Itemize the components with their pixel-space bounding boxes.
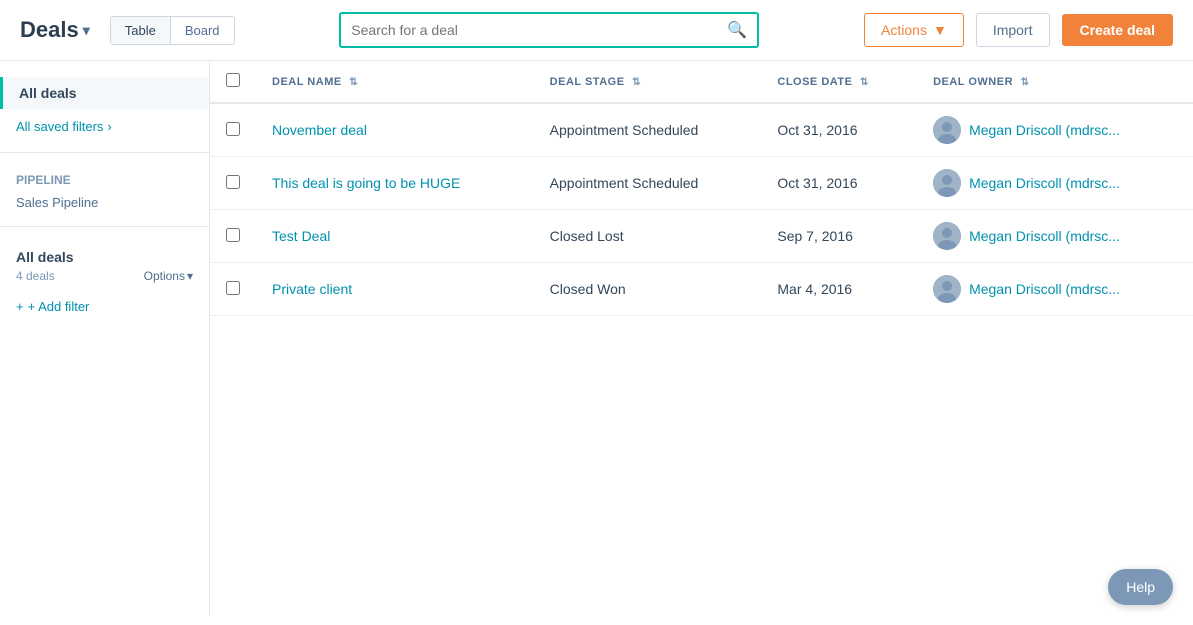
deals-meta: 4 deals Options ▾: [0, 267, 209, 291]
import-button[interactable]: Import: [976, 13, 1050, 47]
avatar: [933, 169, 961, 197]
page-title: Deals ▾: [20, 17, 90, 43]
col-deal-stage-label: DEAL STAGE: [550, 76, 625, 88]
deal-stage-cell: Closed Lost: [534, 210, 762, 263]
row-checkbox-cell: [210, 210, 256, 263]
close-date-cell: Oct 31, 2016: [761, 157, 917, 210]
owner-name: Megan Driscoll (mdrsc...: [969, 281, 1120, 297]
create-deal-button[interactable]: Create deal: [1062, 14, 1173, 46]
deal-owner-cell: Megan Driscoll (mdrsc...: [917, 210, 1193, 263]
options-button[interactable]: Options ▾: [144, 269, 193, 283]
row-checkbox-cell: [210, 263, 256, 316]
sidebar-divider-2: [0, 226, 209, 227]
deal-name-link[interactable]: This deal is going to be HUGE: [272, 175, 460, 191]
actions-chevron-icon: ▼: [933, 22, 947, 38]
search-input[interactable]: [351, 14, 727, 46]
deal-name-cell: This deal is going to be HUGE: [256, 157, 534, 210]
saved-filters-chevron-icon: ›: [107, 119, 111, 134]
table-area: DEAL NAME ⇅ DEAL STAGE ⇅ CLOSE DATE ⇅ DE…: [210, 61, 1193, 616]
col-deal-stage[interactable]: DEAL STAGE ⇅: [534, 61, 762, 103]
saved-filters-text: All saved filters: [16, 119, 103, 134]
deal-owner-cell: Megan Driscoll (mdrsc...: [917, 263, 1193, 316]
row-checkbox-3[interactable]: [226, 281, 240, 295]
deals-count: 4 deals: [16, 269, 55, 283]
deal-owner-cell: Megan Driscoll (mdrsc...: [917, 103, 1193, 157]
deal-owner-wrapper[interactable]: Megan Driscoll (mdrsc...: [933, 169, 1177, 197]
col-deal-owner[interactable]: DEAL OWNER ⇅: [917, 61, 1193, 103]
deal-owner-cell: Megan Driscoll (mdrsc...: [917, 157, 1193, 210]
col-close-date[interactable]: CLOSE DATE ⇅: [761, 61, 917, 103]
top-bar: Deals ▾ Table Board 🔍 Actions ▼ Import C…: [0, 0, 1193, 61]
deals-title-text: Deals: [20, 17, 79, 43]
close-date-cell: Sep 7, 2016: [761, 210, 917, 263]
deal-name-link[interactable]: Private client: [272, 281, 352, 297]
avatar: [933, 275, 961, 303]
table-view-button[interactable]: Table: [111, 17, 171, 44]
help-button[interactable]: Help: [1108, 569, 1173, 605]
col-deal-name-label: DEAL NAME: [272, 76, 342, 88]
close-date-sort-icon: ⇅: [860, 77, 869, 88]
sidebar-all-deals[interactable]: All deals: [0, 77, 209, 109]
deal-name-cell: Private client: [256, 263, 534, 316]
deal-name-sort-icon: ⇅: [349, 77, 358, 88]
view-toggle: Table Board: [110, 16, 235, 45]
deal-name-cell: November deal: [256, 103, 534, 157]
table-row: November deal Appointment Scheduled Oct …: [210, 103, 1193, 157]
owner-name: Megan Driscoll (mdrsc...: [969, 175, 1120, 191]
owner-name: Megan Driscoll (mdrsc...: [969, 228, 1120, 244]
options-chevron-icon: ▾: [187, 269, 193, 283]
table-row: This deal is going to be HUGE Appointmen…: [210, 157, 1193, 210]
col-deal-owner-label: DEAL OWNER: [933, 76, 1013, 88]
search-icon: 🔍: [727, 20, 747, 40]
deal-stage-sort-icon: ⇅: [632, 77, 641, 88]
col-deal-name[interactable]: DEAL NAME ⇅: [256, 61, 534, 103]
options-label: Options: [144, 269, 185, 283]
saved-filters-link[interactable]: All saved filters ›: [0, 113, 209, 140]
row-checkbox-1[interactable]: [226, 175, 240, 189]
deal-stage-cell: Closed Won: [534, 263, 762, 316]
deal-name-cell: Test Deal: [256, 210, 534, 263]
close-date-cell: Mar 4, 2016: [761, 263, 917, 316]
col-close-date-label: CLOSE DATE: [777, 76, 852, 88]
sales-pipeline-item[interactable]: Sales Pipeline: [0, 191, 209, 214]
select-all-checkbox-cell: [210, 61, 256, 103]
deal-owner-sort-icon: ⇅: [1021, 77, 1030, 88]
main-layout: All deals All saved filters › Pipeline S…: [0, 61, 1193, 616]
deals-chevron-icon[interactable]: ▾: [83, 22, 90, 39]
owner-name: Megan Driscoll (mdrsc...: [969, 122, 1120, 138]
row-checkbox-cell: [210, 103, 256, 157]
row-checkbox-0[interactable]: [226, 122, 240, 136]
add-filter-icon: +: [16, 299, 24, 314]
actions-button[interactable]: Actions ▼: [864, 13, 964, 47]
table-row: Test Deal Closed Lost Sep 7, 2016 Megan …: [210, 210, 1193, 263]
table-header-row: DEAL NAME ⇅ DEAL STAGE ⇅ CLOSE DATE ⇅ DE…: [210, 61, 1193, 103]
deal-owner-wrapper[interactable]: Megan Driscoll (mdrsc...: [933, 275, 1177, 303]
table-row: Private client Closed Won Mar 4, 2016 Me…: [210, 263, 1193, 316]
all-deals-section-header: All deals: [0, 239, 209, 267]
deal-name-link[interactable]: November deal: [272, 122, 367, 138]
row-checkbox-cell: [210, 157, 256, 210]
actions-label: Actions: [881, 22, 927, 38]
add-filter-text: + Add filter: [28, 299, 90, 314]
deal-stage-cell: Appointment Scheduled: [534, 103, 762, 157]
add-filter-button[interactable]: + + Add filter: [0, 291, 209, 322]
select-all-checkbox[interactable]: [226, 73, 240, 87]
sidebar-divider-1: [0, 152, 209, 153]
avatar: [933, 116, 961, 144]
search-box: 🔍: [339, 12, 759, 48]
close-date-cell: Oct 31, 2016: [761, 103, 917, 157]
deal-stage-cell: Appointment Scheduled: [534, 157, 762, 210]
sidebar: All deals All saved filters › Pipeline S…: [0, 61, 210, 616]
row-checkbox-2[interactable]: [226, 228, 240, 242]
pipeline-section-label: Pipeline: [0, 165, 209, 191]
avatar: [933, 222, 961, 250]
deals-table: DEAL NAME ⇅ DEAL STAGE ⇅ CLOSE DATE ⇅ DE…: [210, 61, 1193, 316]
deal-name-link[interactable]: Test Deal: [272, 228, 330, 244]
deal-owner-wrapper[interactable]: Megan Driscoll (mdrsc...: [933, 222, 1177, 250]
board-view-button[interactable]: Board: [171, 17, 234, 44]
deal-owner-wrapper[interactable]: Megan Driscoll (mdrsc...: [933, 116, 1177, 144]
